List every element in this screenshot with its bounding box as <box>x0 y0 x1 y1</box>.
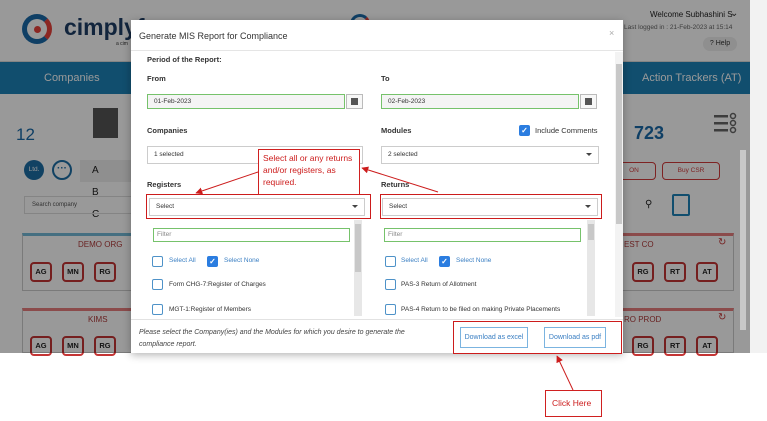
page-scrollbar-thumb[interactable] <box>740 150 746 330</box>
screenshot-stage: cimplyf a cim Welcome Subhashini S ⌄ Las… <box>0 0 767 421</box>
modal-scrollbar-thumb[interactable] <box>616 64 622 224</box>
include-comments-label: Include Comments <box>535 126 598 135</box>
return-item[interactable]: PAS-4 Return to be filed on making Priva… <box>401 306 560 313</box>
from-date-field[interactable]: 01-Feb-2023 <box>147 94 345 109</box>
register-item-checkbox[interactable] <box>152 279 163 290</box>
footer-note: Please select the Company(ies) and the M… <box>139 329 405 348</box>
companies-select-value: 1 selected <box>154 151 184 158</box>
modal-header-divider <box>131 50 623 51</box>
calendar-icon <box>351 98 358 105</box>
period-label: Period of the Report: <box>147 55 222 64</box>
click-here-text: Click Here <box>552 398 592 408</box>
page-scrollbar[interactable] <box>750 0 767 353</box>
arrow-click-here-stem <box>556 355 574 391</box>
registers-select-all[interactable]: Select All <box>169 257 196 264</box>
close-icon[interactable]: × <box>609 28 614 38</box>
mis-report-modal: Generate MIS Report for Compliance × Per… <box>131 20 623 353</box>
return-item[interactable]: PAS-3 Return of Allotment <box>401 281 476 288</box>
to-calendar-button[interactable] <box>580 94 597 109</box>
registers-list-scrollbar-thumb[interactable] <box>355 224 361 272</box>
returns-list-scrollbar-thumb[interactable] <box>588 224 594 240</box>
from-calendar-button[interactable] <box>346 94 363 109</box>
return-item-checkbox[interactable] <box>385 279 396 290</box>
registers-filter-input[interactable]: Filter <box>153 228 350 242</box>
from-label: From <box>147 74 166 83</box>
download-highlight-frame <box>453 321 622 354</box>
modules-select[interactable]: 2 selected <box>381 146 599 164</box>
caret-down-icon <box>586 153 592 156</box>
modal-footer-divider <box>131 319 623 320</box>
returns-label: Returns <box>381 180 410 189</box>
return-item-checkbox[interactable] <box>385 304 396 315</box>
registers-select-none-checkbox[interactable]: ✓ <box>207 256 218 267</box>
returns-highlight-frame <box>380 194 602 219</box>
register-item[interactable]: MGT-1:Register of Members <box>169 306 251 313</box>
returns-select-none[interactable]: Select None <box>456 257 491 264</box>
returns-filter-input[interactable]: Filter <box>384 228 581 242</box>
modal-title: Generate MIS Report for Compliance <box>139 31 288 41</box>
to-label: To <box>381 74 390 83</box>
returns-select-all-checkbox[interactable] <box>385 256 396 267</box>
modules-label: Modules <box>381 126 412 135</box>
callout-text: Select all or any returns and/or registe… <box>263 153 353 187</box>
registers-highlight-frame <box>146 194 371 219</box>
register-item[interactable]: Form CHG-7:Register of Charges <box>169 281 266 288</box>
returns-select-all[interactable]: Select All <box>401 257 428 264</box>
include-comments-checkbox[interactable]: ✓ <box>519 125 530 136</box>
calendar-icon <box>585 98 592 105</box>
register-item-checkbox[interactable] <box>152 304 163 315</box>
registers-label: Registers <box>147 180 182 189</box>
to-date-field[interactable]: 02-Feb-2023 <box>381 94 579 109</box>
returns-select-none-checkbox[interactable]: ✓ <box>439 256 450 267</box>
modules-select-value: 2 selected <box>388 151 418 158</box>
companies-label: Companies <box>147 126 188 135</box>
registers-select-all-checkbox[interactable] <box>152 256 163 267</box>
registers-select-none[interactable]: Select None <box>224 257 259 264</box>
